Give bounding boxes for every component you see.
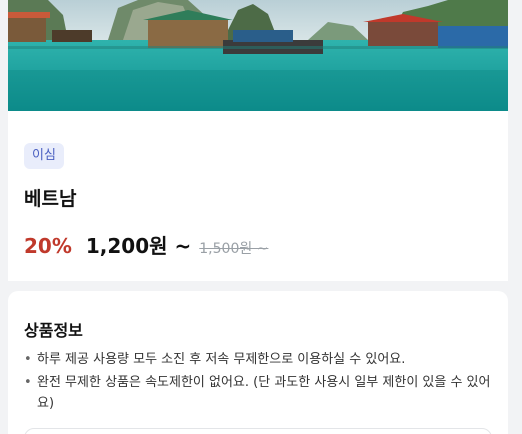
list-item: • 완전 무제한 상품은 속도제한이 없어요. (단 과도한 사용시 일부 제한… — [24, 372, 494, 414]
list-item: • 하루 제공 사용량 모두 소진 후 저속 무제한으로 이용하실 수 있어요. — [24, 349, 494, 370]
info-text: 완전 무제한 상품은 속도제한이 없어요. (단 과도한 사용시 일부 제한이 … — [37, 375, 491, 411]
discount-rate: 20% — [24, 234, 72, 258]
info-list: • 하루 제공 사용량 모두 소진 후 저속 무제한으로 이용하실 수 있어요.… — [24, 349, 494, 416]
price-row: 20% 1,200원 ~ 1,500원 ~ — [24, 230, 268, 260]
product-card: 이심 베트남 20% 1,200원 ~ 1,500원 ~ — [8, 111, 508, 281]
sale-price: 1,200원 ~ — [85, 234, 192, 258]
esim-tag: 이심 — [24, 143, 64, 169]
section-title: 상품정보 — [24, 321, 83, 340]
info-text: 하루 제공 사용량 모두 소진 후 저속 무제한으로 이용하실 수 있어요. — [37, 352, 406, 367]
next-card-edge — [24, 428, 492, 434]
product-info-section: 상품정보 • 하루 제공 사용량 모두 소진 후 저속 무제한으로 이용하실 수… — [8, 291, 508, 434]
bullet-icon: • — [24, 352, 32, 367]
hero-image — [8, 0, 508, 111]
original-price: 1,500원 ~ — [199, 241, 269, 257]
bullet-icon: • — [24, 375, 32, 390]
product-title: 베트남 — [24, 188, 77, 210]
